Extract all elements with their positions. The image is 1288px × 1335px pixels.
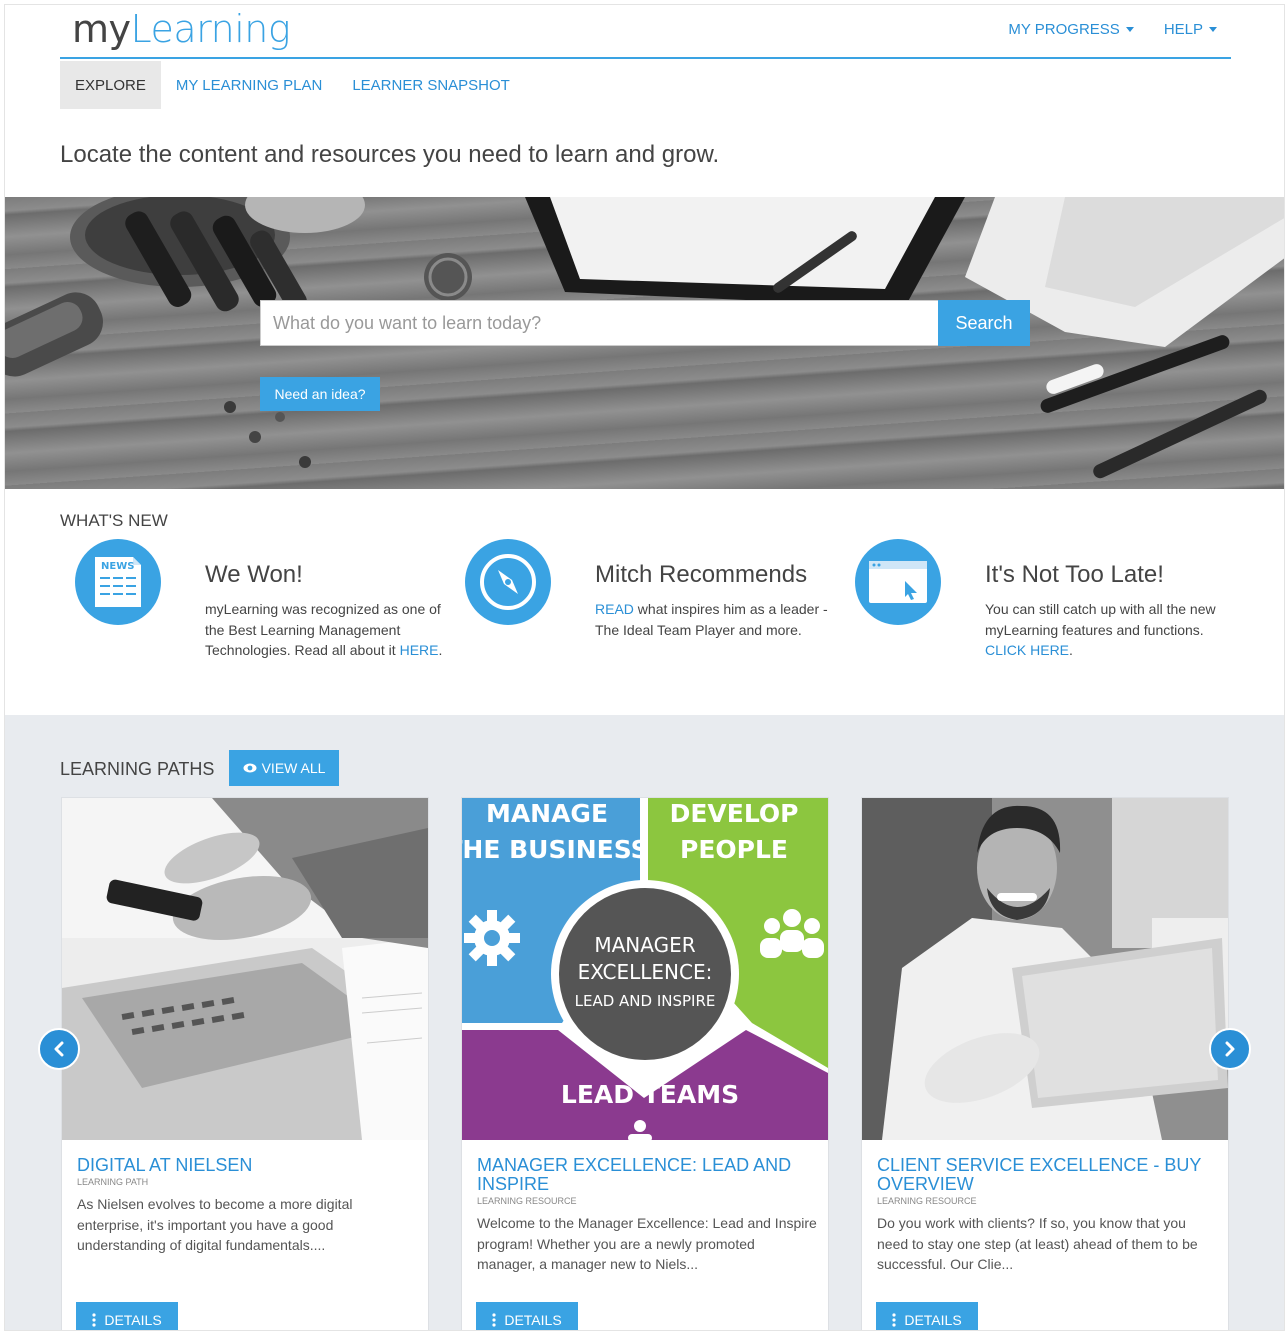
news-item-mitch-recommends: Mitch Recommends READ what inspires him … bbox=[450, 539, 828, 689]
tab-explore[interactable]: EXPLORE bbox=[60, 61, 161, 109]
view-all-button[interactable]: VIEW ALL bbox=[229, 750, 339, 786]
news-item-not-too-late: It's Not Too Late! You can still catch u… bbox=[840, 539, 1216, 689]
news-body: myLearning was recognized as one of the … bbox=[205, 599, 445, 661]
news-body-suffix: . bbox=[1069, 642, 1073, 658]
learning-path-card[interactable]: CLIENT SERVICE EXCELLENCE - BUY OVERVIEW… bbox=[861, 797, 1229, 1330]
details-label: DETAILS bbox=[504, 1312, 562, 1328]
carousel-next-button[interactable] bbox=[1209, 1028, 1251, 1070]
hero-banner: What do you want to learn today? Search … bbox=[5, 197, 1284, 489]
lead-teams-label: LEAD TEAMS bbox=[561, 1080, 739, 1109]
card-title[interactable]: DIGITAL AT NIELSEN bbox=[77, 1156, 407, 1175]
logo-my: my bbox=[72, 7, 131, 51]
click-here-link[interactable]: CLICK HERE bbox=[985, 642, 1069, 658]
page-frame: myLearning MY PROGRESS HELP EXPLORE MY L… bbox=[4, 4, 1285, 1331]
details-label: DETAILS bbox=[104, 1312, 162, 1328]
details-button[interactable]: DETAILS bbox=[476, 1302, 578, 1330]
card-image-manager-excellence: MANAGE THE BUSINESS DEVELOP PEOPLE MANAG… bbox=[462, 798, 828, 1140]
view-all-label: VIEW ALL bbox=[261, 760, 326, 776]
details-button[interactable]: DETAILS bbox=[76, 1302, 178, 1330]
learning-paths-heading: LEARNING PATHS bbox=[60, 759, 215, 779]
caret-down-icon bbox=[1125, 27, 1134, 32]
card-type: LEARNING PATH bbox=[77, 1177, 149, 1187]
manage-line-2: THE BUSINESS bbox=[462, 835, 649, 864]
news-item-we-won: NEWS We Won! myLearning was recognized a… bbox=[60, 539, 442, 689]
main-tabs: EXPLORE MY LEARNING PLAN LEARNER SNAPSHO… bbox=[60, 61, 525, 109]
learning-path-card[interactable]: DIGITAL AT NIELSEN LEARNING PATH As Niel… bbox=[61, 797, 429, 1330]
carousel-prev-button[interactable] bbox=[38, 1028, 80, 1070]
card-description: Welcome to the Manager Excellence: Lead … bbox=[477, 1215, 817, 1272]
news-icon-text: NEWS bbox=[101, 561, 134, 572]
news-title: It's Not Too Late! bbox=[985, 561, 1164, 588]
card-image-man-laptop bbox=[862, 798, 1228, 1140]
card-type: LEARNING RESOURCE bbox=[477, 1196, 577, 1206]
caret-down-icon bbox=[1209, 27, 1217, 32]
need-an-idea-button[interactable]: Need an idea? bbox=[260, 377, 380, 411]
my-progress-menu[interactable]: MY PROGRESS bbox=[1008, 21, 1134, 38]
more-vertical-icon bbox=[892, 1313, 896, 1327]
tab-learner-snapshot[interactable]: LEARNER SNAPSHOT bbox=[337, 61, 525, 109]
chevron-left-icon bbox=[54, 1041, 64, 1057]
news-body-text: You can still catch up with all the new … bbox=[985, 601, 1216, 638]
mylearning-logo[interactable]: myLearning bbox=[72, 7, 291, 51]
search-button[interactable]: Search bbox=[938, 300, 1030, 346]
logo-learning: Learning bbox=[130, 7, 291, 51]
develop-line-1: DEVELOP bbox=[670, 799, 799, 828]
news-icon[interactable]: NEWS bbox=[75, 539, 161, 625]
read-link[interactable]: READ bbox=[595, 601, 634, 617]
news-title: Mitch Recommends bbox=[595, 561, 808, 588]
card-type: LEARNING RESOURCE bbox=[877, 1196, 977, 1206]
help-label: HELP bbox=[1163, 21, 1203, 38]
news-body: READ what inspires him as a leader - The… bbox=[595, 599, 835, 640]
develop-line-2: PEOPLE bbox=[680, 835, 788, 864]
news-title: We Won! bbox=[205, 561, 303, 588]
here-link[interactable]: HERE bbox=[400, 642, 439, 658]
center-line-1: MANAGER bbox=[594, 933, 695, 957]
page-tagline: Locate the content and resources you nee… bbox=[60, 141, 720, 168]
whats-new-heading: WHAT'S NEW bbox=[60, 511, 168, 530]
card-description: As Nielsen evolves to become a more digi… bbox=[77, 1196, 353, 1253]
compass-icon[interactable] bbox=[465, 539, 551, 625]
details-label: DETAILS bbox=[904, 1312, 962, 1328]
news-body-suffix: . bbox=[438, 642, 443, 658]
eye-icon bbox=[243, 763, 257, 773]
learning-paths-section: LEARNING PATHS VIEW ALL DIGITAL AT NIELS… bbox=[5, 715, 1284, 1330]
card-description: Do you work with clients? If so, you kno… bbox=[877, 1215, 1198, 1272]
details-button[interactable]: DETAILS bbox=[876, 1302, 978, 1330]
help-menu[interactable]: HELP bbox=[1164, 21, 1217, 38]
more-vertical-icon bbox=[92, 1313, 96, 1327]
card-title[interactable]: CLIENT SERVICE EXCELLENCE - BUY OVERVIEW bbox=[877, 1156, 1207, 1194]
browser-cursor-icon[interactable] bbox=[855, 539, 941, 625]
learning-path-card[interactable]: MANAGE THE BUSINESS DEVELOP PEOPLE MANAG… bbox=[461, 797, 829, 1330]
manage-line-1: MANAGE bbox=[486, 799, 608, 828]
tab-my-learning-plan[interactable]: MY LEARNING PLAN bbox=[161, 61, 337, 109]
news-body: You can still catch up with all the new … bbox=[985, 599, 1225, 661]
chevron-right-icon bbox=[1225, 1041, 1235, 1057]
card-title[interactable]: MANAGER EXCELLENCE: LEAD AND INSPIRE bbox=[477, 1156, 807, 1194]
my-progress-label: MY PROGRESS bbox=[1008, 21, 1120, 38]
top-nav: MY PROGRESS HELP bbox=[1008, 21, 1217, 38]
search-input[interactable]: What do you want to learn today? bbox=[260, 300, 940, 346]
center-line-3: LEAD AND INSPIRE bbox=[575, 992, 716, 1010]
card-image-laptop-phone bbox=[62, 798, 428, 1140]
more-vertical-icon bbox=[492, 1313, 496, 1327]
center-line-2: EXCELLENCE: bbox=[578, 960, 713, 984]
top-header: myLearning MY PROGRESS HELP bbox=[60, 5, 1231, 59]
